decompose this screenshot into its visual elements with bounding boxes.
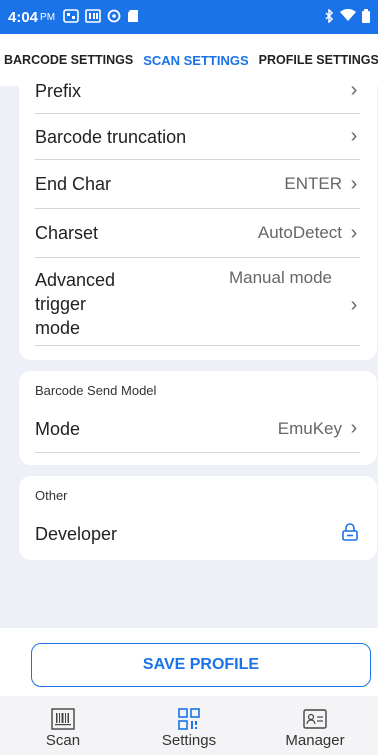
save-area: SAVE PROFILE — [0, 628, 378, 696]
other-card: Other Developer — [19, 476, 377, 560]
mode-value: EmuKey — [277, 418, 342, 438]
wifi-icon — [340, 8, 356, 25]
charset-row[interactable]: Charset AutoDetect › — [35, 209, 360, 258]
nav-item-manager[interactable]: Manager — [252, 696, 378, 755]
advanced-trigger-mode-row[interactable]: Advanced trigger mode Manual mode › — [35, 258, 360, 346]
bottom-nav: Scan Settings Manager — [0, 696, 378, 755]
status-ampm: PM — [40, 11, 56, 23]
prefix-row[interactable]: Prefix › — [35, 68, 360, 114]
charset-label: Charset — [35, 223, 99, 243]
nav-item-settings[interactable]: Settings — [126, 696, 252, 755]
sync-icon — [107, 9, 121, 26]
nav-label-manager: Manager — [285, 732, 345, 749]
chevron-right-icon: › — [350, 172, 358, 195]
mode-label: Mode — [35, 418, 81, 439]
chevron-right-icon: › — [350, 79, 358, 101]
prefix-label: Prefix — [35, 80, 82, 101]
mode-row[interactable]: Mode EmuKey › — [35, 405, 360, 453]
end-char-label: End Char — [35, 174, 112, 194]
scan-settings-card: Prefix › Barcode truncation › End Char E… — [19, 68, 377, 360]
barcode-truncation-row[interactable]: Barcode truncation › — [35, 114, 360, 160]
contact-card-icon — [303, 706, 327, 732]
advanced-trigger-mode-value: Manual mode — [228, 268, 332, 287]
status-time: 4:04 — [8, 8, 39, 26]
chevron-right-icon: › — [350, 294, 358, 316]
status-bar: 4:04 PM — [0, 0, 378, 34]
barcode-truncation-label: Barcode truncation — [35, 126, 187, 147]
end-char-row[interactable]: End Char ENTER › — [35, 160, 360, 209]
lock-icon — [342, 522, 358, 546]
barcode-send-model-title: Barcode Send Model — [35, 383, 157, 398]
developer-row[interactable]: Developer — [35, 512, 360, 556]
sim-icon — [63, 8, 79, 26]
qr-settings-icon — [178, 706, 200, 732]
charset-value: AutoDetect — [257, 223, 342, 242]
sd-card-icon — [127, 9, 139, 26]
barcode-icon — [51, 706, 75, 732]
nav-item-scan[interactable]: Scan — [0, 696, 126, 755]
nav-label-scan: Scan — [45, 732, 81, 749]
end-char-value: ENTER — [284, 174, 342, 193]
chevron-right-icon: › — [350, 221, 358, 244]
nav-label-settings: Settings — [161, 732, 217, 749]
other-title: Other — [35, 488, 68, 503]
battery-icon — [362, 8, 370, 26]
barcode-send-model-card: Barcode Send Model Mode EmuKey › — [19, 371, 377, 465]
chevron-right-icon: › — [350, 417, 358, 439]
developer-label: Developer — [35, 524, 118, 544]
scanner-status-icon — [85, 8, 101, 26]
save-profile-button[interactable]: SAVE PROFILE — [31, 643, 371, 687]
bluetooth-icon — [324, 7, 334, 26]
chevron-right-icon: › — [350, 125, 358, 147]
